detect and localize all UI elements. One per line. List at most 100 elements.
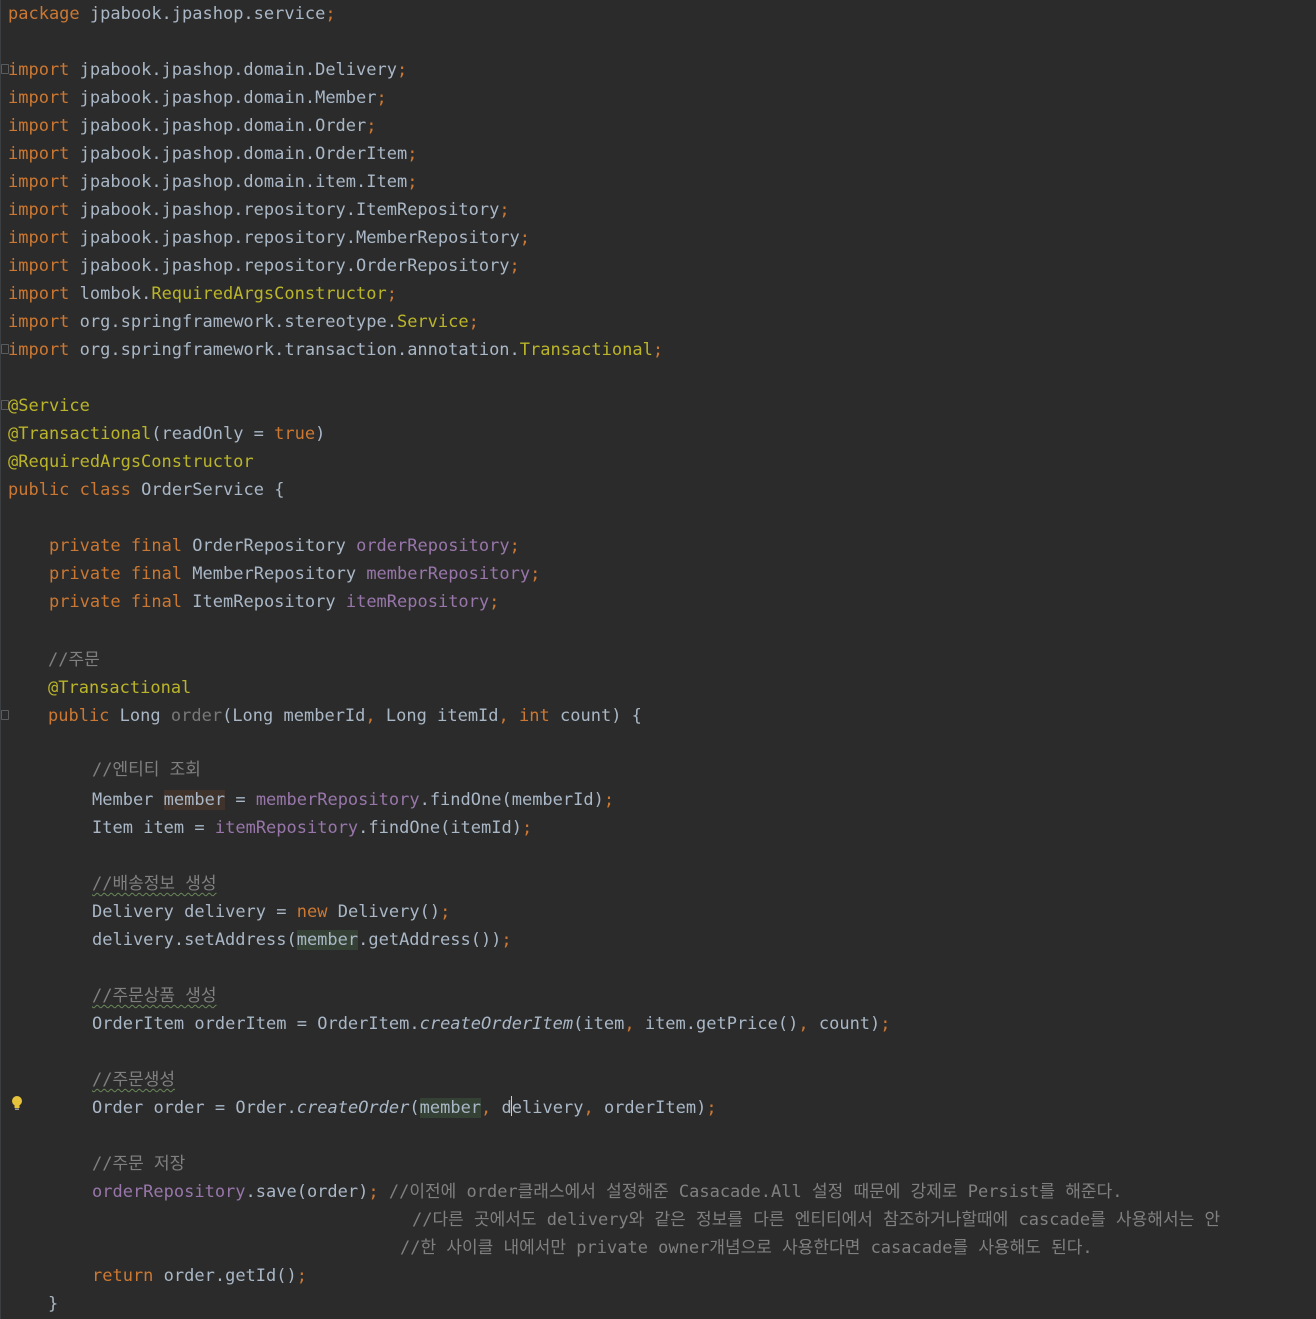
code-line-annotation[interactable]: @RequiredArgsConstructor (8, 448, 254, 476)
var-type: OrderItem (92, 1014, 185, 1034)
code-line-return[interactable]: return order.getId(); (92, 1262, 307, 1290)
code-line-statement[interactable]: Delivery delivery = new Delivery(); (92, 898, 450, 926)
var-name: orderItem (194, 1014, 287, 1034)
code-line-comment[interactable]: //한 사이클 내에서만 private owner개념으로 사용한다면 cas… (400, 1234, 1093, 1262)
semicolon: ; (296, 1266, 307, 1286)
var-type: Item (92, 818, 133, 838)
code-line-close-brace[interactable]: } (48, 1290, 58, 1318)
code-line-comment[interactable]: //주문상품 생성 (92, 982, 217, 1010)
code-line-field[interactable]: private final OrderRepository orderRepos… (8, 532, 520, 560)
import-path: jpabook.jpashop.repository. (79, 256, 357, 276)
code-line-annotation[interactable]: @Transactional (48, 674, 191, 702)
import-class: Service (396, 312, 469, 332)
code-line-statement[interactable]: OrderItem orderItem = OrderItem.createOr… (92, 1010, 891, 1038)
code-line-comment[interactable]: //주문생성 (92, 1066, 175, 1094)
var-type: Delivery (92, 902, 174, 922)
import-path: jpabook.jpashop.repository. (79, 228, 357, 248)
code-line-field[interactable]: private final MemberRepository memberRep… (8, 560, 540, 588)
code-line-package[interactable]: package jpabook.jpashop.service; (8, 0, 336, 28)
semicolon: ; (386, 284, 397, 304)
keyword: import (8, 284, 70, 304)
code-line-comment[interactable]: //배송정보 생성 (92, 870, 217, 898)
semicolon: ; (499, 200, 510, 220)
semicolon: ; (440, 902, 451, 922)
semicolon: ; (509, 536, 520, 556)
code-line-statement[interactable]: delivery.setAddress(member.getAddress())… (92, 926, 512, 954)
field-type: OrderRepository (192, 536, 346, 556)
code-line-method-decl[interactable]: public Long order(Long memberId, Long it… (48, 702, 642, 730)
field-ref: orderRepository (92, 1182, 246, 1202)
comment: //주문상품 생성 (92, 986, 217, 1006)
semicolon: ; (325, 4, 336, 24)
keyword: import (8, 60, 70, 80)
code-line-import[interactable]: import jpabook.jpashop.domain.OrderItem; (8, 140, 417, 168)
code-line-import[interactable]: import jpabook.jpashop.domain.Delivery; (8, 56, 407, 84)
comment: //다른 곳에서도 delivery와 같은 정보를 다른 엔티티에서 참조하거… (412, 1210, 1221, 1230)
package-name: jpabook.jpashop.service (89, 4, 326, 24)
code-line-annotation[interactable]: @Service (8, 392, 90, 420)
var-type: Order (92, 1098, 144, 1118)
annotation: @Service (8, 396, 90, 416)
import-class: ItemRepository (356, 200, 500, 220)
param-name: count (560, 706, 612, 726)
method-name: order (170, 706, 223, 726)
code-line-statement[interactable]: Member member = memberRepository.findOne… (92, 786, 614, 814)
code-line-import[interactable]: import lombok.RequiredArgsConstructor; (8, 280, 397, 308)
brace: { (274, 480, 285, 500)
arg: memberId (511, 790, 594, 810)
code-line-comment[interactable]: //주문 저장 (92, 1150, 185, 1178)
code-line-comment[interactable]: //주문 (48, 646, 100, 674)
keyword: final (130, 592, 183, 612)
code-line-comment[interactable]: //다른 곳에서도 delivery와 같은 정보를 다른 엔티티에서 참조하거… (412, 1206, 1220, 1234)
method-call: .findOne (358, 818, 441, 838)
field-name: orderRepository (356, 536, 510, 556)
code-line-statement[interactable]: orderRepository.save(order); //이전에 order… (92, 1178, 1122, 1206)
import-path: jpabook.jpashop.domain. (79, 144, 316, 164)
import-path: org.springframework.transaction.annotati… (79, 340, 520, 360)
arg: itemId (450, 818, 512, 838)
semicolon: ; (521, 818, 533, 838)
code-line-statement[interactable]: Item item = itemRepository.findOne(itemI… (92, 814, 532, 842)
code-line-import[interactable]: import org.springframework.transaction.a… (8, 336, 663, 364)
code-line-field[interactable]: private final ItemRepository itemReposit… (8, 588, 499, 616)
code-line-comment[interactable]: //엔티티 조회 (92, 756, 201, 784)
semicolon: ; (706, 1098, 717, 1118)
lightbulb-icon[interactable] (11, 1095, 23, 1111)
operator: = (286, 1014, 318, 1034)
import-class: OrderRepository (356, 256, 510, 276)
import-class: RequiredArgsConstructor (151, 284, 387, 304)
import-class: Delivery (315, 60, 397, 80)
code-line-import[interactable]: import jpabook.jpashop.repository.ItemRe… (8, 196, 510, 224)
code-editor[interactable]: package jpabook.jpashop.service; import … (0, 0, 1316, 1319)
keyword: int (519, 706, 550, 726)
code-line-statement[interactable]: Order order = Order.createOrder(member, … (92, 1094, 717, 1122)
code-line-import[interactable]: import jpabook.jpashop.domain.Order; (8, 112, 377, 140)
param-type: Long (232, 706, 274, 726)
keyword: public (8, 480, 70, 500)
brace: } (48, 1294, 59, 1314)
keyword: import (8, 340, 70, 360)
semicolon: ; (880, 1014, 891, 1034)
code-line-import[interactable]: import jpabook.jpashop.domain.Member; (8, 84, 387, 112)
import-path: jpabook.jpashop.domain.item. (79, 172, 367, 192)
keyword: public (48, 706, 110, 726)
arg: orderItem (603, 1098, 697, 1118)
import-class: Order (315, 116, 367, 136)
semicolon: ; (396, 60, 408, 80)
semicolon: ; (407, 144, 418, 164)
semicolon: ; (368, 1182, 379, 1202)
import-class: OrderItem (315, 144, 408, 164)
arg: item.getPrice() (644, 1014, 799, 1034)
var-name: order (153, 1098, 205, 1118)
code-line-import[interactable]: import jpabook.jpashop.domain.item.Item; (8, 168, 417, 196)
code-line-annotation[interactable]: @Transactional(readOnly = true) (8, 420, 325, 448)
code-line-class-decl[interactable]: public class OrderService { (8, 476, 284, 504)
text-caret (511, 1096, 512, 1116)
fold-marker-icon[interactable] (1, 710, 9, 720)
arg: delivery (501, 1098, 584, 1118)
arg: item (583, 1014, 625, 1034)
code-line-import[interactable]: import jpabook.jpashop.repository.Member… (8, 224, 530, 252)
code-line-import[interactable]: import jpabook.jpashop.repository.OrderR… (8, 252, 520, 280)
code-line-import[interactable]: import org.springframework.stereotype.Se… (8, 308, 479, 336)
semicolon: ; (603, 790, 615, 810)
